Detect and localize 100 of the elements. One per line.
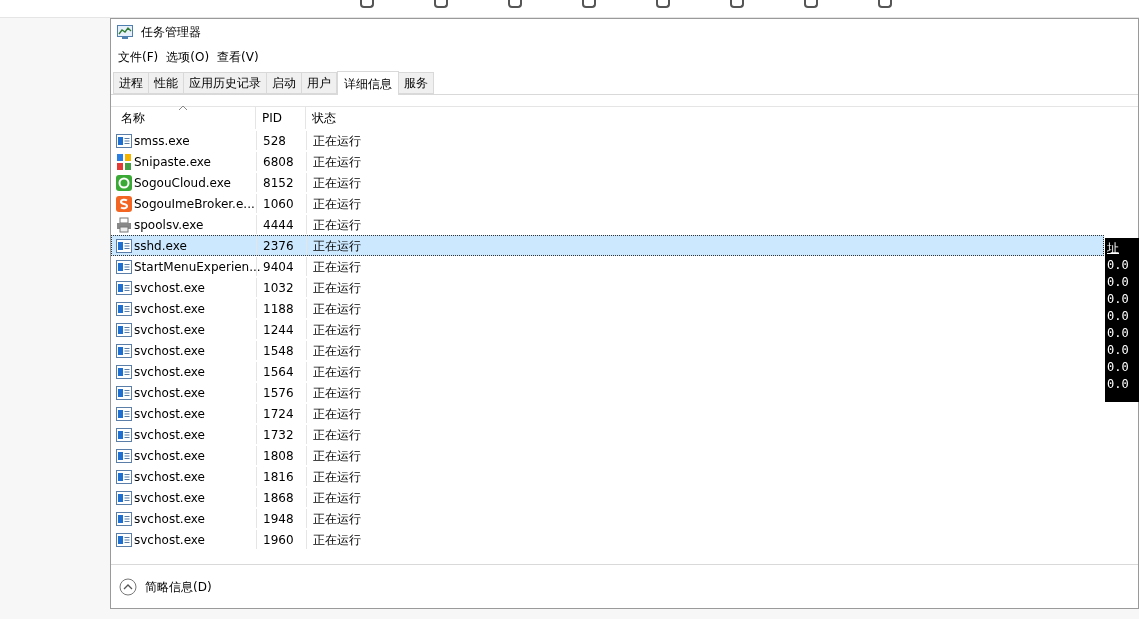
printer-icon	[116, 216, 132, 233]
process-row[interactable]: svchost.exe 1868 正在运行	[111, 487, 1104, 508]
process-row[interactable]: SogouCloud.exe 8152 正在运行	[111, 172, 1104, 193]
process-row[interactable]: svchost.exe 1724 正在运行	[111, 403, 1104, 424]
process-name: svchost.exe	[134, 510, 205, 528]
status-cell-text: 正在运行	[312, 300, 361, 318]
menu-item[interactable]: 文件(F)	[115, 48, 162, 66]
process-row[interactable]: svchost.exe 1960 正在运行	[111, 529, 1104, 550]
pid-cell: 528	[257, 131, 307, 150]
process-row[interactable]: svchost.exe 1548 正在运行	[111, 340, 1104, 361]
column-header[interactable]: 状态	[306, 107, 1138, 129]
process-row[interactable]: sshd.exe 2376 正在运行	[111, 235, 1104, 256]
toolbar-icon[interactable]	[360, 0, 374, 8]
app-window-icon	[116, 427, 132, 442]
process-row[interactable]: svchost.exe 1032 正在运行	[111, 277, 1104, 298]
tab[interactable]: 启动	[267, 72, 302, 94]
process-row[interactable]: Snipaste.exe 6808 正在运行	[111, 151, 1104, 172]
status-cell-text: 正在运行	[312, 237, 361, 255]
status-cell-text: 正在运行	[312, 321, 361, 339]
process-name: SogouImeBroker.e...	[134, 195, 255, 213]
app-window-icon	[116, 469, 132, 484]
toolbar-icon[interactable]	[434, 0, 448, 8]
process-row[interactable]: svchost.exe 1808 正在运行	[111, 445, 1104, 466]
tab[interactable]: 进程	[113, 72, 149, 94]
pid-cell: 1960	[257, 530, 307, 549]
toolbar-icon[interactable]	[656, 0, 670, 8]
terminal-text: 0.0	[1107, 274, 1130, 291]
process-row[interactable]: svchost.exe 1816 正在运行	[111, 466, 1104, 487]
app-window-icon	[116, 532, 132, 547]
process-row[interactable]: svchost.exe 1948 正在运行	[111, 508, 1104, 529]
tab[interactable]: 应用历史记录	[184, 72, 267, 94]
pid-cell: 1948	[257, 509, 307, 528]
status-cell-text: 正在运行	[312, 279, 361, 297]
s-logo-icon	[116, 195, 132, 212]
process-name: svchost.exe	[134, 342, 205, 360]
process-row[interactable]: svchost.exe 1732 正在运行	[111, 424, 1104, 445]
process-name: svchost.exe	[134, 426, 205, 444]
status-cell-text: 正在运行	[312, 153, 361, 171]
column-header[interactable]: PID	[256, 107, 306, 129]
app-window-icon	[116, 511, 132, 526]
process-row[interactable]: StartMenuExperien... 9404 正在运行	[111, 256, 1104, 277]
sync-icon	[116, 174, 132, 191]
process-name: svchost.exe	[134, 384, 205, 402]
status-cell-text: 正在运行	[312, 174, 361, 192]
toolbar-icon[interactable]	[508, 0, 522, 8]
app-window-icon	[116, 364, 132, 379]
status-cell-text: 正在运行	[312, 447, 361, 465]
menu-item[interactable]: 选项(O)	[163, 48, 213, 66]
process-row[interactable]: svchost.exe 1564 正在运行	[111, 361, 1104, 382]
process-row[interactable]: SogouImeBroker.e... 1060 正在运行	[111, 193, 1104, 214]
monitor-chart-icon	[117, 25, 133, 39]
status-cell-text: 正在运行	[312, 405, 361, 423]
pid-cell: 1576	[257, 383, 307, 402]
status-cell-text: 正在运行	[312, 510, 361, 528]
status-cell-text: 正在运行	[312, 258, 361, 276]
process-name: spoolsv.exe	[134, 216, 204, 234]
status-cell-text: 正在运行	[312, 342, 361, 360]
process-row[interactable]: svchost.exe 1188 正在运行	[111, 298, 1104, 319]
tab[interactable]: 用户	[302, 72, 337, 94]
tab[interactable]: 服务	[399, 72, 434, 94]
process-name: svchost.exe	[134, 300, 205, 318]
process-row[interactable]: svchost.exe 1244 正在运行	[111, 319, 1104, 340]
app-window-icon	[116, 490, 132, 505]
process-row[interactable]: spoolsv.exe 4444 正在运行	[111, 214, 1104, 235]
terminal-text: 0.0	[1107, 359, 1130, 376]
app-window-icon	[116, 385, 132, 400]
process-name: SogouCloud.exe	[134, 174, 231, 192]
terminal-text: 0.0	[1107, 376, 1130, 393]
collapse-up-icon[interactable]	[119, 577, 137, 596]
status-cell-text: 正在运行	[312, 489, 361, 507]
column-header[interactable]: 名称	[111, 107, 256, 129]
color-squares-icon	[117, 153, 131, 170]
toolbar-icon[interactable]	[878, 0, 892, 8]
terminal-text: 0.0	[1107, 291, 1130, 308]
process-row[interactable]: svchost.exe 1576 正在运行	[111, 382, 1104, 403]
terminal-text: 0.0	[1107, 308, 1130, 325]
fewer-details-link[interactable]: 简略信息(D)	[145, 577, 212, 596]
toolbar-icon[interactable]	[730, 0, 744, 8]
status-cell-text: 正在运行	[312, 426, 361, 444]
process-row[interactable]: smss.exe 528 正在运行	[111, 130, 1104, 151]
process-name: svchost.exe	[134, 531, 205, 549]
status-cell-text: 正在运行	[312, 384, 361, 402]
app-window-icon	[116, 343, 132, 358]
app-window-icon	[116, 406, 132, 421]
pid-cell: 1188	[257, 299, 307, 318]
pid-cell: 1564	[257, 362, 307, 381]
pid-cell: 8152	[257, 173, 307, 192]
tab[interactable]: 详细信息	[337, 71, 399, 95]
toolbar-icon[interactable]	[804, 0, 818, 8]
terminal-text: 0.0	[1107, 325, 1130, 342]
app-window-icon	[116, 280, 132, 295]
tab[interactable]: 性能	[149, 72, 184, 94]
status-cell-text: 正在运行	[312, 216, 361, 234]
process-name: svchost.exe	[134, 321, 205, 339]
menu-item[interactable]: 查看(V)	[214, 48, 262, 66]
toolbar-icon[interactable]	[582, 0, 596, 8]
pid-cell: 1816	[257, 467, 307, 486]
pid-cell: 1244	[257, 320, 307, 339]
process-name: svchost.exe	[134, 279, 205, 297]
terminal-text: 0.0	[1107, 257, 1130, 274]
